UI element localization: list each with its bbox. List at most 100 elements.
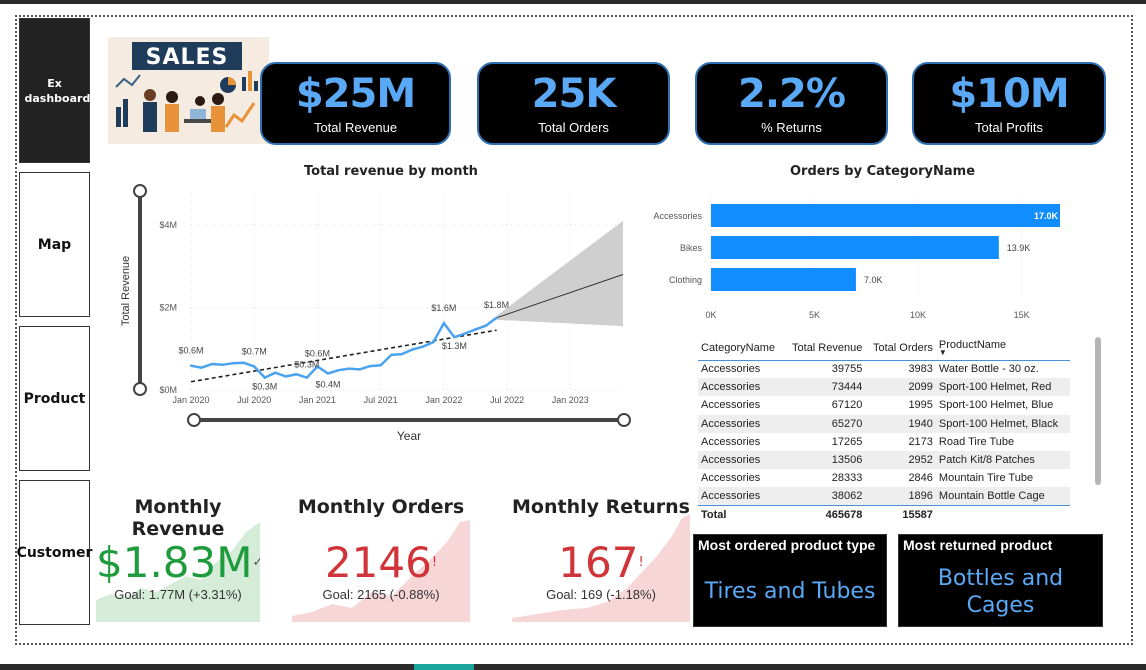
table-cell: Accessories bbox=[701, 472, 761, 485]
warning-icon: ! bbox=[638, 555, 644, 570]
table-cell: Accessories bbox=[698, 378, 784, 397]
table-cell: 17265 bbox=[831, 435, 863, 448]
column-header-product[interactable]: ProductName ▼ bbox=[935, 336, 1070, 361]
data-label: $0.7M bbox=[242, 346, 267, 356]
table-row[interactable]: Accessories 38062 1896 Mountain Bottle Cage bbox=[698, 487, 1070, 506]
data-point[interactable] bbox=[389, 353, 393, 357]
data-point[interactable] bbox=[189, 364, 193, 367]
table-cell: Patch Kit/8 Patches bbox=[935, 450, 1070, 470]
data-point[interactable] bbox=[495, 316, 498, 320]
warning-icon: ! bbox=[431, 555, 438, 570]
table-header-row: CategoryName Total Revenue Total Orders … bbox=[698, 336, 1070, 361]
data-point[interactable] bbox=[295, 373, 298, 376]
kpi-label: Total Orders bbox=[538, 120, 609, 135]
kpi-label: Total Profits bbox=[975, 120, 1043, 135]
monthly-revenue-card: Monthly Revenue $1.83M✓ Goal: 1.77M (+3.… bbox=[96, 492, 260, 622]
data-point[interactable] bbox=[358, 368, 361, 371]
data-point[interactable] bbox=[463, 332, 467, 335]
card-title: Monthly Orders bbox=[297, 496, 465, 518]
data-point[interactable] bbox=[411, 348, 414, 351]
x-tick-label: Jan 2020 bbox=[172, 395, 209, 405]
total-cell: Total bbox=[698, 505, 784, 524]
data-point[interactable] bbox=[453, 336, 456, 339]
column-header-revenue[interactable]: Total Revenue bbox=[783, 336, 866, 361]
category-label: Bikes bbox=[680, 243, 703, 253]
kpi-label: % Returns bbox=[761, 120, 822, 135]
nav-label: Customer bbox=[16, 544, 93, 561]
data-point[interactable] bbox=[442, 321, 446, 325]
data-point[interactable] bbox=[274, 371, 277, 374]
table-cell: 28333 bbox=[831, 472, 863, 485]
data-point[interactable] bbox=[210, 362, 214, 366]
table-row[interactable]: Accessories 13506 2952 Patch Kit/8 Patches bbox=[698, 450, 1070, 470]
table-cell: 39755 bbox=[831, 363, 863, 376]
table-cell: 3983 bbox=[908, 363, 933, 376]
data-point[interactable] bbox=[253, 365, 256, 368]
table-row[interactable]: Accessories 67120 1995 Sport-100 Helmet, Bl… bbox=[698, 396, 1070, 414]
table-row[interactable]: Accessories 17265 2173 Road Tire Tube bbox=[698, 433, 1070, 451]
data-point[interactable] bbox=[368, 364, 372, 368]
table-cell: 13506 bbox=[783, 450, 866, 470]
data-point[interactable] bbox=[347, 367, 351, 370]
table-cell: Accessories bbox=[698, 487, 784, 506]
nav-button-ex-dashboard[interactable]: Ex dashboard bbox=[19, 18, 90, 163]
category-label: Clothing bbox=[669, 275, 702, 285]
table-cell: Accessories bbox=[701, 435, 761, 448]
data-point[interactable] bbox=[242, 361, 245, 364]
most-ordered-product-type-card: Most ordered product type Tires and Tube… bbox=[693, 534, 887, 627]
nav-button-map[interactable]: Map bbox=[19, 172, 90, 317]
nav-label: Product bbox=[23, 390, 86, 407]
x-tick-label: 15K bbox=[1014, 310, 1030, 320]
data-label: $0.3M bbox=[294, 360, 319, 370]
data-point[interactable] bbox=[305, 376, 309, 379]
bar[interactable] bbox=[711, 268, 856, 291]
data-point[interactable] bbox=[337, 369, 340, 372]
data-point[interactable] bbox=[484, 324, 488, 327]
card-goal: Goal: 2165 (-0.88%) bbox=[322, 587, 440, 602]
card-goal: Goal: 1.77M (+3.31%) bbox=[114, 587, 242, 602]
table-cell: 67120 bbox=[831, 399, 863, 412]
card-value: 2146! bbox=[324, 538, 438, 587]
data-label: $1.6M bbox=[431, 303, 456, 313]
table-row[interactable]: Accessories 39755 3983 Water Bottle - 30 oz… bbox=[698, 360, 1070, 378]
y-zoom-slider-handle-top[interactable] bbox=[133, 184, 147, 198]
data-label: $0.6M bbox=[305, 348, 330, 358]
orders-by-category-bar-chart[interactable]: AccessoriesBikesClothing 17.0K13.9K7.0K … bbox=[640, 192, 1060, 342]
data-point[interactable] bbox=[284, 375, 288, 378]
column-header-orders[interactable]: Total Orders bbox=[865, 336, 936, 361]
data-point[interactable] bbox=[400, 352, 403, 356]
data-point[interactable] bbox=[421, 345, 425, 348]
table-cell: Accessories bbox=[701, 399, 761, 412]
product-table[interactable]: CategoryName Total Revenue Total Orders … bbox=[698, 336, 1070, 524]
total-cell bbox=[935, 505, 1070, 524]
card-title: Most returned product bbox=[903, 537, 1053, 553]
x-tick-label: Jul 2021 bbox=[364, 395, 398, 405]
x-zoom-slider-handle-left[interactable] bbox=[187, 413, 201, 427]
table-cell: Accessories bbox=[698, 414, 784, 433]
data-point[interactable] bbox=[221, 363, 224, 367]
data-point[interactable] bbox=[200, 366, 203, 369]
revenue-line-chart[interactable]: $0M $2M $4M Jan 2020 Jul 2020 Jan 2021 Jul 20… bbox=[100, 176, 640, 466]
bar[interactable] bbox=[711, 204, 1060, 227]
x-zoom-slider-handle-right[interactable] bbox=[617, 413, 631, 427]
table-total-row: Total 465678 15587 bbox=[698, 505, 1070, 524]
nav-button-customer[interactable]: Customer bbox=[16, 480, 93, 625]
data-point[interactable] bbox=[432, 340, 435, 344]
y-zoom-slider-handle-bottom[interactable] bbox=[133, 382, 147, 396]
data-point[interactable] bbox=[263, 376, 266, 379]
data-point[interactable] bbox=[474, 328, 477, 331]
table-cell: 1896 bbox=[865, 487, 936, 506]
data-point[interactable] bbox=[379, 364, 382, 367]
kpi-label: Total Revenue bbox=[313, 120, 398, 135]
column-header-category[interactable]: CategoryName bbox=[698, 336, 784, 361]
bar[interactable] bbox=[711, 236, 999, 259]
table-scrollbar[interactable] bbox=[1095, 337, 1101, 485]
table-row[interactable]: Accessories 73444 2099 Sport-100 Helmet, Re… bbox=[698, 378, 1070, 397]
bar-chart-title: Orders by CategoryName bbox=[790, 164, 976, 179]
nav-label: Map bbox=[37, 236, 72, 253]
data-point[interactable] bbox=[326, 372, 330, 375]
nav-button-product[interactable]: Product bbox=[19, 326, 90, 471]
table-row[interactable]: Accessories 65270 1940 Sport-100 Helmet, Bl… bbox=[698, 414, 1070, 433]
table-row[interactable]: Accessories 28333 2846 Mountain Tire Tube bbox=[698, 469, 1070, 487]
data-point[interactable] bbox=[231, 361, 235, 365]
